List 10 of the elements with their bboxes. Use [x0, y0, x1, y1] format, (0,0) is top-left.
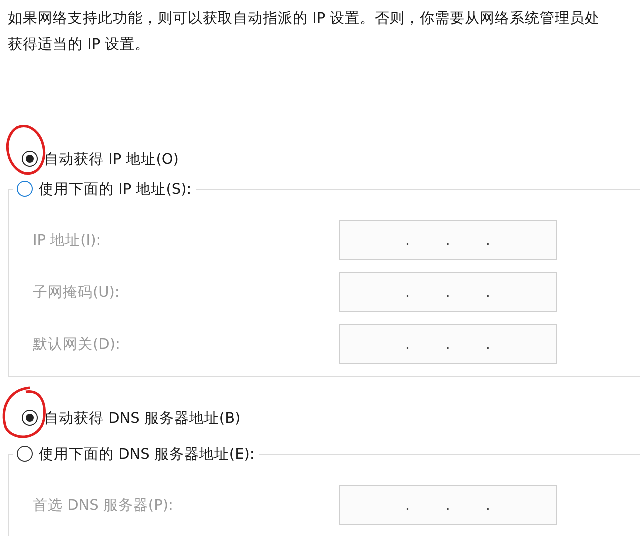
- field-label: 子网掩码(U):: [33, 284, 121, 302]
- field-label: IP 地址(I):: [33, 232, 102, 250]
- annotation-circle: [6, 124, 46, 176]
- radio-button[interactable]: 自动获得 DNS 服务器地址(B): [22, 405, 640, 431]
- radio-button[interactable]: 自动获得 IP 地址(O): [22, 146, 640, 172]
- radio-button[interactable]: 使用下面的 IP 地址(S):: [17, 176, 192, 202]
- description-text: 如果网络支持此功能，则可以获取自动指派的 IP 设置。否则，你需要从网络系统管理员处获得适当的 IP 设置。: [8, 10, 602, 55]
- field-label: 首选 DNS 服务器(P):: [33, 496, 174, 514]
- field-label: 默认网关(D):: [33, 336, 122, 354]
- radio-button[interactable]: 使用下面的 DNS 服务器地址(E):: [17, 441, 255, 467]
